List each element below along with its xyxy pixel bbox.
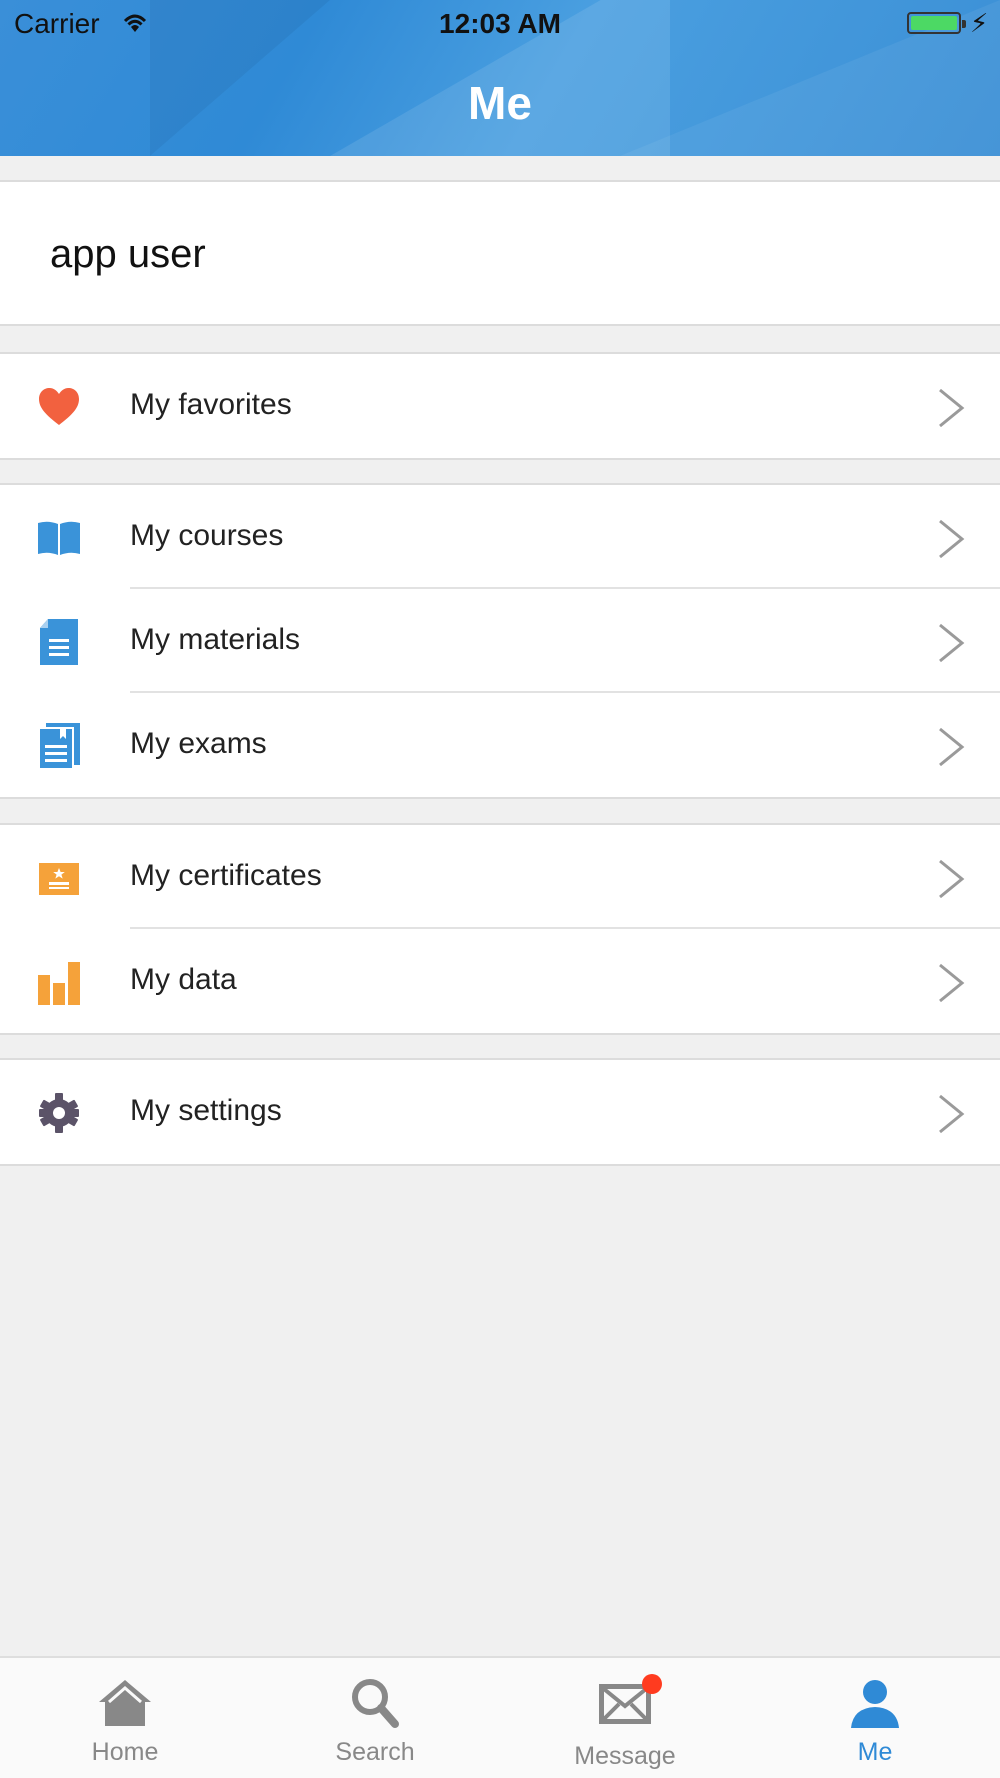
nav-header: Carrier 12:03 AM ⚡ Me (0, 0, 1000, 156)
person-icon (851, 1680, 899, 1728)
tab-search[interactable]: Search (250, 1658, 500, 1778)
menu-item-courses[interactable]: My courses (0, 485, 1000, 589)
menu-item-favorites[interactable]: My favorites (0, 354, 1000, 458)
page-title: Me (468, 77, 532, 129)
certificate-icon (39, 863, 79, 895)
chevron-right-icon (939, 963, 965, 1003)
tab-home[interactable]: Home (0, 1658, 250, 1778)
battery-icon (907, 12, 966, 34)
chevron-right-icon (939, 519, 965, 559)
menu-item-settings[interactable]: My settings (0, 1060, 1000, 1164)
chevron-right-icon (939, 859, 965, 899)
user-profile-card[interactable]: app user (0, 180, 1000, 326)
search-icon (352, 1679, 399, 1728)
book-icon (38, 521, 80, 555)
menu-group-favorites: My favorites (0, 352, 1000, 460)
heart-icon (39, 388, 79, 425)
menu-label: My certificates (130, 859, 322, 892)
status-time: 12:03 AM (439, 8, 561, 39)
user-name: app user (50, 232, 206, 276)
menu-label: My exams (130, 727, 267, 760)
menu-label: My courses (130, 519, 284, 552)
menu-group-achievements: My certificates My data (0, 823, 1000, 1035)
tab-label: Search (335, 1738, 415, 1766)
gear-icon (39, 1093, 79, 1133)
menu-label: My favorites (130, 388, 292, 421)
chevron-right-icon (939, 623, 965, 663)
chevron-right-icon (939, 727, 965, 767)
charging-icon: ⚡ (970, 8, 989, 38)
bar-chart-icon (38, 962, 80, 1005)
tab-label: Home (91, 1738, 159, 1766)
menu-item-certificates[interactable]: My certificates (0, 825, 1000, 929)
exam-icon (38, 723, 80, 769)
document-icon (40, 619, 78, 665)
menu-label: My settings (130, 1094, 282, 1127)
menu-group-settings: My settings (0, 1058, 1000, 1166)
chevron-right-icon (939, 1094, 965, 1134)
menu-item-materials[interactable]: My materials (0, 589, 1000, 693)
menu-label: My data (130, 963, 237, 996)
menu-group-learning: My courses My materials My exams (0, 483, 1000, 799)
notification-badge (642, 1674, 662, 1694)
status-bar: Carrier 12:03 AM ⚡ (0, 0, 1000, 50)
menu-item-data[interactable]: My data (0, 929, 1000, 1033)
menu-item-exams[interactable]: My exams (0, 693, 1000, 797)
tab-label: Message (574, 1742, 676, 1770)
tab-message[interactable]: Message (500, 1658, 750, 1778)
tab-label: Me (857, 1738, 893, 1766)
chevron-right-icon (939, 388, 965, 428)
home-icon (99, 1680, 151, 1726)
tab-me[interactable]: Me (750, 1658, 1000, 1778)
menu-label: My materials (130, 623, 301, 656)
tab-bar: Home Search Message Me (0, 1656, 1000, 1778)
